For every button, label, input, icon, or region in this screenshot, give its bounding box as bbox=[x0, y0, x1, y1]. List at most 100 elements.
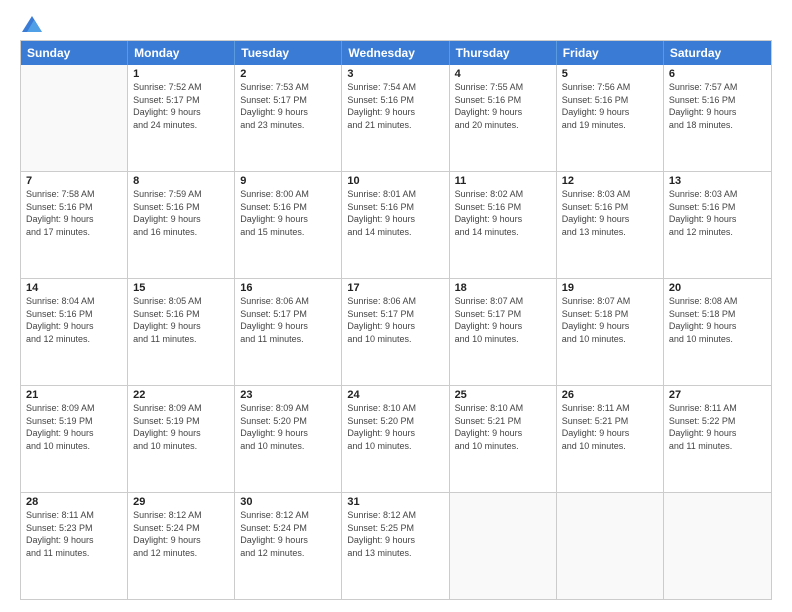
day-number: 23 bbox=[240, 389, 336, 401]
day-number: 17 bbox=[347, 282, 443, 294]
weekday-header-wednesday: Wednesday bbox=[342, 41, 449, 65]
calendar-row-3: 21Sunrise: 8:09 AM Sunset: 5:19 PM Dayli… bbox=[21, 385, 771, 492]
calendar-cell: 20Sunrise: 8:08 AM Sunset: 5:18 PM Dayli… bbox=[664, 279, 771, 385]
calendar-cell bbox=[557, 493, 664, 599]
weekday-header-thursday: Thursday bbox=[450, 41, 557, 65]
calendar-cell: 30Sunrise: 8:12 AM Sunset: 5:24 PM Dayli… bbox=[235, 493, 342, 599]
day-info: Sunrise: 8:07 AM Sunset: 5:18 PM Dayligh… bbox=[562, 295, 658, 345]
day-info: Sunrise: 8:12 AM Sunset: 5:24 PM Dayligh… bbox=[133, 509, 229, 559]
calendar-cell: 9Sunrise: 8:00 AM Sunset: 5:16 PM Daylig… bbox=[235, 172, 342, 278]
calendar-cell: 28Sunrise: 8:11 AM Sunset: 5:23 PM Dayli… bbox=[21, 493, 128, 599]
day-number: 27 bbox=[669, 389, 766, 401]
day-info: Sunrise: 8:01 AM Sunset: 5:16 PM Dayligh… bbox=[347, 188, 443, 238]
day-number: 14 bbox=[26, 282, 122, 294]
day-info: Sunrise: 7:55 AM Sunset: 5:16 PM Dayligh… bbox=[455, 81, 551, 131]
day-number: 16 bbox=[240, 282, 336, 294]
day-info: Sunrise: 8:00 AM Sunset: 5:16 PM Dayligh… bbox=[240, 188, 336, 238]
day-info: Sunrise: 8:05 AM Sunset: 5:16 PM Dayligh… bbox=[133, 295, 229, 345]
day-number: 21 bbox=[26, 389, 122, 401]
calendar-cell: 12Sunrise: 8:03 AM Sunset: 5:16 PM Dayli… bbox=[557, 172, 664, 278]
day-info: Sunrise: 7:53 AM Sunset: 5:17 PM Dayligh… bbox=[240, 81, 336, 131]
calendar-cell: 17Sunrise: 8:06 AM Sunset: 5:17 PM Dayli… bbox=[342, 279, 449, 385]
day-info: Sunrise: 7:56 AM Sunset: 5:16 PM Dayligh… bbox=[562, 81, 658, 131]
calendar: SundayMondayTuesdayWednesdayThursdayFrid… bbox=[20, 40, 772, 600]
calendar-cell: 26Sunrise: 8:11 AM Sunset: 5:21 PM Dayli… bbox=[557, 386, 664, 492]
calendar-cell: 25Sunrise: 8:10 AM Sunset: 5:21 PM Dayli… bbox=[450, 386, 557, 492]
calendar-cell bbox=[664, 493, 771, 599]
calendar-cell bbox=[21, 65, 128, 171]
day-number: 18 bbox=[455, 282, 551, 294]
logo bbox=[20, 16, 42, 30]
day-number: 12 bbox=[562, 175, 658, 187]
calendar-cell: 1Sunrise: 7:52 AM Sunset: 5:17 PM Daylig… bbox=[128, 65, 235, 171]
day-info: Sunrise: 8:12 AM Sunset: 5:24 PM Dayligh… bbox=[240, 509, 336, 559]
calendar-cell: 4Sunrise: 7:55 AM Sunset: 5:16 PM Daylig… bbox=[450, 65, 557, 171]
calendar-cell: 7Sunrise: 7:58 AM Sunset: 5:16 PM Daylig… bbox=[21, 172, 128, 278]
calendar-cell: 10Sunrise: 8:01 AM Sunset: 5:16 PM Dayli… bbox=[342, 172, 449, 278]
day-info: Sunrise: 7:54 AM Sunset: 5:16 PM Dayligh… bbox=[347, 81, 443, 131]
calendar-header: SundayMondayTuesdayWednesdayThursdayFrid… bbox=[21, 41, 771, 65]
day-number: 11 bbox=[455, 175, 551, 187]
calendar-body: 1Sunrise: 7:52 AM Sunset: 5:17 PM Daylig… bbox=[21, 65, 771, 599]
day-info: Sunrise: 8:11 AM Sunset: 5:22 PM Dayligh… bbox=[669, 402, 766, 452]
day-info: Sunrise: 8:06 AM Sunset: 5:17 PM Dayligh… bbox=[240, 295, 336, 345]
calendar-row-1: 7Sunrise: 7:58 AM Sunset: 5:16 PM Daylig… bbox=[21, 171, 771, 278]
day-number: 25 bbox=[455, 389, 551, 401]
day-number: 10 bbox=[347, 175, 443, 187]
day-number: 8 bbox=[133, 175, 229, 187]
calendar-cell: 21Sunrise: 8:09 AM Sunset: 5:19 PM Dayli… bbox=[21, 386, 128, 492]
calendar-cell: 27Sunrise: 8:11 AM Sunset: 5:22 PM Dayli… bbox=[664, 386, 771, 492]
day-number: 28 bbox=[26, 496, 122, 508]
page: SundayMondayTuesdayWednesdayThursdayFrid… bbox=[0, 0, 792, 612]
day-info: Sunrise: 7:57 AM Sunset: 5:16 PM Dayligh… bbox=[669, 81, 766, 131]
day-info: Sunrise: 8:07 AM Sunset: 5:17 PM Dayligh… bbox=[455, 295, 551, 345]
day-info: Sunrise: 8:11 AM Sunset: 5:23 PM Dayligh… bbox=[26, 509, 122, 559]
calendar-cell: 24Sunrise: 8:10 AM Sunset: 5:20 PM Dayli… bbox=[342, 386, 449, 492]
weekday-header-sunday: Sunday bbox=[21, 41, 128, 65]
header bbox=[20, 16, 772, 30]
calendar-cell: 5Sunrise: 7:56 AM Sunset: 5:16 PM Daylig… bbox=[557, 65, 664, 171]
day-info: Sunrise: 8:10 AM Sunset: 5:21 PM Dayligh… bbox=[455, 402, 551, 452]
weekday-header-friday: Friday bbox=[557, 41, 664, 65]
day-info: Sunrise: 8:04 AM Sunset: 5:16 PM Dayligh… bbox=[26, 295, 122, 345]
day-info: Sunrise: 8:09 AM Sunset: 5:19 PM Dayligh… bbox=[133, 402, 229, 452]
day-number: 19 bbox=[562, 282, 658, 294]
calendar-cell: 13Sunrise: 8:03 AM Sunset: 5:16 PM Dayli… bbox=[664, 172, 771, 278]
weekday-header-saturday: Saturday bbox=[664, 41, 771, 65]
day-number: 22 bbox=[133, 389, 229, 401]
day-info: Sunrise: 8:11 AM Sunset: 5:21 PM Dayligh… bbox=[562, 402, 658, 452]
calendar-cell: 23Sunrise: 8:09 AM Sunset: 5:20 PM Dayli… bbox=[235, 386, 342, 492]
day-info: Sunrise: 8:09 AM Sunset: 5:20 PM Dayligh… bbox=[240, 402, 336, 452]
day-info: Sunrise: 7:52 AM Sunset: 5:17 PM Dayligh… bbox=[133, 81, 229, 131]
day-number: 13 bbox=[669, 175, 766, 187]
calendar-cell: 2Sunrise: 7:53 AM Sunset: 5:17 PM Daylig… bbox=[235, 65, 342, 171]
day-number: 24 bbox=[347, 389, 443, 401]
calendar-cell: 3Sunrise: 7:54 AM Sunset: 5:16 PM Daylig… bbox=[342, 65, 449, 171]
day-number: 31 bbox=[347, 496, 443, 508]
weekday-header-monday: Monday bbox=[128, 41, 235, 65]
calendar-cell: 16Sunrise: 8:06 AM Sunset: 5:17 PM Dayli… bbox=[235, 279, 342, 385]
day-number: 29 bbox=[133, 496, 229, 508]
day-info: Sunrise: 8:12 AM Sunset: 5:25 PM Dayligh… bbox=[347, 509, 443, 559]
day-number: 3 bbox=[347, 68, 443, 80]
day-number: 4 bbox=[455, 68, 551, 80]
day-info: Sunrise: 8:03 AM Sunset: 5:16 PM Dayligh… bbox=[562, 188, 658, 238]
day-info: Sunrise: 7:58 AM Sunset: 5:16 PM Dayligh… bbox=[26, 188, 122, 238]
calendar-row-0: 1Sunrise: 7:52 AM Sunset: 5:17 PM Daylig… bbox=[21, 65, 771, 171]
day-info: Sunrise: 8:09 AM Sunset: 5:19 PM Dayligh… bbox=[26, 402, 122, 452]
calendar-cell: 14Sunrise: 8:04 AM Sunset: 5:16 PM Dayli… bbox=[21, 279, 128, 385]
day-number: 26 bbox=[562, 389, 658, 401]
calendar-cell: 29Sunrise: 8:12 AM Sunset: 5:24 PM Dayli… bbox=[128, 493, 235, 599]
day-number: 1 bbox=[133, 68, 229, 80]
weekday-header-tuesday: Tuesday bbox=[235, 41, 342, 65]
calendar-cell: 22Sunrise: 8:09 AM Sunset: 5:19 PM Dayli… bbox=[128, 386, 235, 492]
calendar-cell: 8Sunrise: 7:59 AM Sunset: 5:16 PM Daylig… bbox=[128, 172, 235, 278]
day-info: Sunrise: 8:02 AM Sunset: 5:16 PM Dayligh… bbox=[455, 188, 551, 238]
day-number: 15 bbox=[133, 282, 229, 294]
day-info: Sunrise: 8:03 AM Sunset: 5:16 PM Dayligh… bbox=[669, 188, 766, 238]
calendar-cell: 15Sunrise: 8:05 AM Sunset: 5:16 PM Dayli… bbox=[128, 279, 235, 385]
calendar-cell: 11Sunrise: 8:02 AM Sunset: 5:16 PM Dayli… bbox=[450, 172, 557, 278]
calendar-row-2: 14Sunrise: 8:04 AM Sunset: 5:16 PM Dayli… bbox=[21, 278, 771, 385]
day-info: Sunrise: 8:06 AM Sunset: 5:17 PM Dayligh… bbox=[347, 295, 443, 345]
day-number: 5 bbox=[562, 68, 658, 80]
